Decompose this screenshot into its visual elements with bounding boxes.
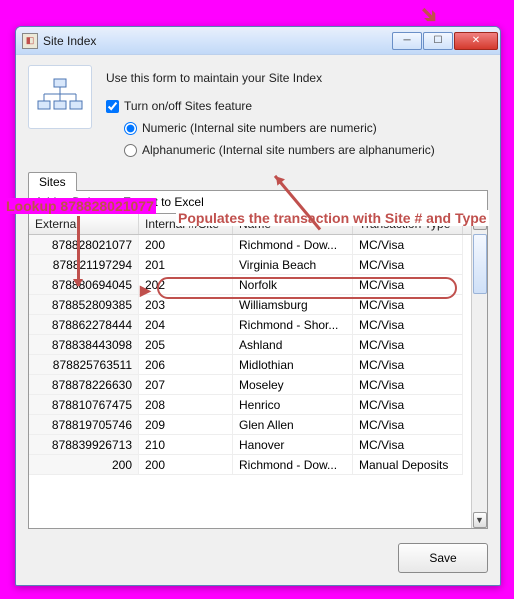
table-row[interactable]: 200200Richmond - Dow...Manual Deposits (29, 455, 487, 475)
col-internal[interactable]: Internal #/Site (139, 214, 233, 234)
cell-internal[interactable]: 206 (139, 355, 233, 375)
cell-txtype[interactable]: MC/Visa (353, 355, 463, 375)
cell-internal[interactable]: 201 (139, 255, 233, 275)
table-row[interactable]: 878825763511206MidlothianMC/Visa (29, 355, 487, 375)
table-row[interactable]: 878852809385203WilliamsburgMC/Visa (29, 295, 487, 315)
cell-external[interactable]: 878828021077 (29, 235, 139, 255)
radio-numeric-label: Numeric (Internal site numbers are numer… (142, 121, 377, 135)
cell-internal[interactable]: 200 (139, 455, 233, 475)
cell-name[interactable]: Glen Allen (233, 415, 353, 435)
cell-internal[interactable]: 209 (139, 415, 233, 435)
grid-scrollbar[interactable]: ▲ ▼ (471, 214, 487, 528)
cell-internal[interactable]: 210 (139, 435, 233, 455)
cell-txtype[interactable]: MC/Visa (353, 435, 463, 455)
cell-name[interactable]: Williamsburg (233, 295, 353, 315)
cell-internal[interactable]: 208 (139, 395, 233, 415)
table-row[interactable]: 878862278444204Richmond - Shor...MC/Visa (29, 315, 487, 335)
grid-toolbar: Add Delete Export to Excel (28, 190, 488, 213)
cell-internal[interactable]: 200 (139, 235, 233, 255)
cell-internal[interactable]: 207 (139, 375, 233, 395)
client-area: Use this form to maintain your Site Inde… (16, 55, 500, 585)
table-row[interactable]: 878819705746209Glen AllenMC/Visa (29, 415, 487, 435)
form-description: Use this form to maintain your Site Inde… (106, 67, 435, 89)
cell-txtype[interactable]: MC/Visa (353, 275, 463, 295)
col-external[interactable]: External (29, 214, 139, 234)
cell-external[interactable]: 878878226630 (29, 375, 139, 395)
radio-alpha-label: Alphanumeric (Internal site numbers are … (142, 143, 435, 157)
cell-external[interactable]: 878852809385 (29, 295, 139, 315)
toggle-sites-label: Turn on/off Sites feature (124, 99, 252, 113)
cell-txtype[interactable]: MC/Visa (353, 415, 463, 435)
radio-numeric[interactable] (124, 122, 137, 135)
cell-external[interactable]: 878819705746 (29, 415, 139, 435)
tab-sites[interactable]: Sites (28, 172, 77, 191)
cell-internal[interactable]: 205 (139, 335, 233, 355)
scroll-thumb[interactable] (473, 234, 487, 294)
cell-name[interactable]: Hanover (233, 435, 353, 455)
cell-name[interactable]: Moseley (233, 375, 353, 395)
scroll-down-button[interactable]: ▼ (473, 512, 487, 528)
table-row[interactable]: 878828021077200Richmond - Dow...MC/Visa (29, 235, 487, 255)
table-row[interactable]: 878880694045202NorfolkMC/Visa (29, 275, 487, 295)
app-icon: ◧ (22, 33, 38, 49)
cell-name[interactable]: Ashland (233, 335, 353, 355)
delete-button[interactable]: Delete (72, 195, 107, 209)
col-txtype[interactable]: Transaction Type (353, 214, 463, 234)
titlebar[interactable]: ◧ Site Index ─ ☐ ✕ (16, 27, 500, 55)
radio-alphanumeric[interactable] (124, 144, 137, 157)
table-row[interactable]: 878821197294201Virginia BeachMC/Visa (29, 255, 487, 275)
cell-external[interactable]: 878810767475 (29, 395, 139, 415)
table-row[interactable]: 878878226630207MoseleyMC/Visa (29, 375, 487, 395)
table-row[interactable]: 878838443098205AshlandMC/Visa (29, 335, 487, 355)
cell-internal[interactable]: 204 (139, 315, 233, 335)
save-button[interactable]: Save (398, 543, 488, 573)
cell-txtype[interactable]: MC/Visa (353, 395, 463, 415)
table-row[interactable]: 878839926713210HanoverMC/Visa (29, 435, 487, 455)
window-site-index: ◧ Site Index ─ ☐ ✕ (15, 26, 501, 586)
cell-name[interactable]: Midlothian (233, 355, 353, 375)
cell-external[interactable]: 200 (29, 455, 139, 475)
cell-txtype[interactable]: MC/Visa (353, 295, 463, 315)
cell-name[interactable]: Norfolk (233, 275, 353, 295)
cell-txtype[interactable]: MC/Visa (353, 235, 463, 255)
table-row[interactable]: 878810767475208HenricoMC/Visa (29, 395, 487, 415)
export-button[interactable]: Export to Excel (123, 195, 204, 209)
sites-grid: External Internal #/Site Name Transactio… (28, 213, 488, 529)
cell-txtype[interactable]: Manual Deposits (353, 455, 463, 475)
cell-external[interactable]: 878821197294 (29, 255, 139, 275)
add-button[interactable]: Add (35, 195, 56, 209)
cell-external[interactable]: 878880694045 (29, 275, 139, 295)
cell-external[interactable]: 878825763511 (29, 355, 139, 375)
cell-internal[interactable]: 202 (139, 275, 233, 295)
cell-external[interactable]: 878838443098 (29, 335, 139, 355)
cell-txtype[interactable]: MC/Visa (353, 335, 463, 355)
cell-name[interactable]: Richmond - Dow... (233, 455, 353, 475)
cell-name[interactable]: Richmond - Dow... (233, 235, 353, 255)
cell-external[interactable]: 878839926713 (29, 435, 139, 455)
cell-name[interactable]: Virginia Beach (233, 255, 353, 275)
col-name[interactable]: Name (233, 214, 353, 234)
cell-txtype[interactable]: MC/Visa (353, 255, 463, 275)
window-title: Site Index (43, 34, 96, 48)
maximize-button[interactable]: ☐ (423, 32, 453, 50)
cell-internal[interactable]: 203 (139, 295, 233, 315)
close-button[interactable]: ✕ (454, 32, 498, 50)
cell-txtype[interactable]: MC/Visa (353, 315, 463, 335)
toggle-sites-checkbox[interactable] (106, 100, 119, 113)
cell-name[interactable]: Henrico (233, 395, 353, 415)
scroll-up-button[interactable]: ▲ (473, 214, 487, 230)
cell-external[interactable]: 878862278444 (29, 315, 139, 335)
cell-txtype[interactable]: MC/Visa (353, 375, 463, 395)
orgchart-icon (28, 65, 92, 129)
minimize-button[interactable]: ─ (392, 32, 422, 50)
cell-name[interactable]: Richmond - Shor... (233, 315, 353, 335)
